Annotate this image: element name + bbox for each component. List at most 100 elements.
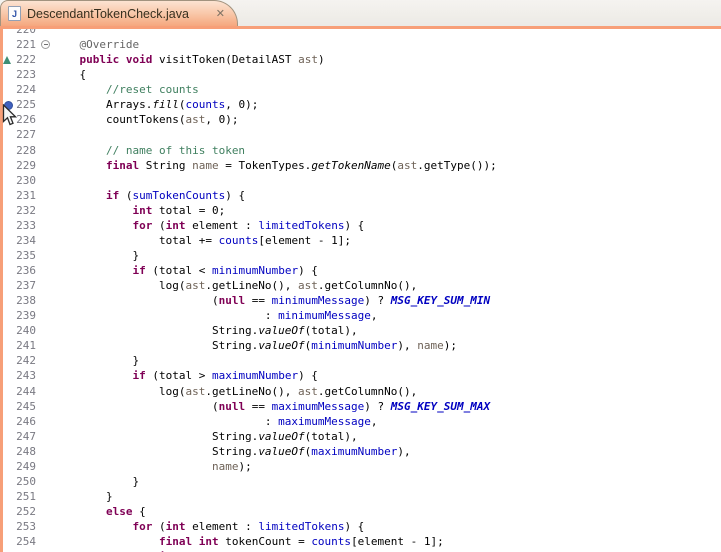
fold-cell [40,308,53,323]
code-line[interactable]: 230 [3,173,721,188]
code-line[interactable]: 237 log(ast.getLineNo(), ast.getColumnNo… [3,278,721,293]
tab-title: DescendantTokenCheck.java [27,7,210,21]
code-token [192,535,199,548]
code-token: , 0); [225,98,258,111]
gutter-marker-cell [3,173,14,188]
code-line[interactable]: 221 @Override [3,37,721,52]
code-token [53,264,132,277]
code-line[interactable]: 238 (null == minimumMessage) ? MSG_KEY_S… [3,293,721,308]
close-icon[interactable]: ✕ [216,7,225,20]
code-token: ast [298,279,318,292]
code-line[interactable]: 229 final String name = TokenTypes.getTo… [3,158,721,173]
code-text: //reset counts [53,82,199,97]
line-number: 245 [14,399,40,414]
eclipse-editor-window: J DescendantTokenCheck.java ✕ 220221 @Ov… [0,0,721,552]
code-line[interactable]: 254 final int tokenCount = counts[elemen… [3,534,721,549]
code-line[interactable]: 246 : maximumMessage, [3,414,721,429]
code-token: maximumMessage [272,400,365,413]
code-text: for (int element : limitedTokens) { [53,218,364,233]
fold-cell [40,248,53,263]
code-line[interactable]: 228 // name of this token [3,143,721,158]
code-text: : maximumMessage, [53,414,378,429]
gutter-marker-cell [3,489,14,504]
code-token: public [80,53,120,66]
code-line[interactable]: 223 { [3,67,721,82]
fold-cell [40,384,53,399]
code-token: log( [53,279,185,292]
code-text: log(ast.getLineNo(), ast.getColumnNo(), [53,384,417,399]
code-token: else [106,505,133,518]
code-line[interactable]: 236 if (total < minimumNumber) { [3,263,721,278]
code-line[interactable]: 240 String.valueOf(total), [3,323,721,338]
code-line[interactable]: 244 log(ast.getLineNo(), ast.getColumnNo… [3,384,721,399]
code-token: .getType()); [417,159,496,172]
code-token: ), [397,339,417,352]
code-line[interactable]: 220 [3,29,721,37]
line-number: 237 [14,278,40,293]
code-token: countTokens( [53,113,185,126]
code-token: String. [53,430,258,443]
code-line[interactable]: 232 int total = 0; [3,203,721,218]
editor-tab[interactable]: J DescendantTokenCheck.java ✕ [0,0,238,26]
code-line[interactable]: 243 if (total > maximumNumber) { [3,368,721,383]
code-token: valueOf [258,339,304,352]
gutter-marker-cell [3,399,14,414]
fold-collapse-icon[interactable] [41,40,50,49]
code-editor[interactable]: 220221 @Override222 public void visitTok… [3,29,721,552]
line-number: 249 [14,459,40,474]
code-token: fill [152,98,179,111]
breakpoint-icon [4,101,13,110]
code-token: final [159,535,192,548]
line-number: 241 [14,338,40,353]
code-text: log(ast.getLineNo(), ast.getColumnNo(), [53,278,417,293]
code-token: { [53,68,86,81]
line-number: 226 [14,112,40,127]
code-token: sumTokenCounts [132,189,225,202]
code-token: final [106,159,139,172]
code-token: int [166,219,186,232]
code-line[interactable]: 252 else { [3,504,721,519]
line-number: 253 [14,519,40,534]
code-line[interactable]: 234 total += counts[element - 1]; [3,233,721,248]
code-token: null [219,400,246,413]
code-token [53,83,106,96]
code-text: @Override [53,37,139,52]
code-token: (total), [305,324,358,337]
gutter-marker-cell [3,414,14,429]
code-line[interactable]: 222 public void visitToken(DetailAST ast… [3,52,721,67]
fold-cell [40,97,53,112]
code-line[interactable]: 248 String.valueOf(maximumNumber), [3,444,721,459]
line-number: 228 [14,143,40,158]
code-token: valueOf [258,430,304,443]
line-number: 254 [14,534,40,549]
line-number: 252 [14,504,40,519]
code-text: if (sumTokenCounts) { [53,188,245,203]
fold-cell [40,203,53,218]
code-line[interactable]: 247 String.valueOf(total), [3,429,721,444]
code-line[interactable]: 253 for (int element : limitedTokens) { [3,519,721,534]
code-line[interactable]: 224 //reset counts [3,82,721,97]
code-line[interactable]: 233 for (int element : limitedTokens) { [3,218,721,233]
code-text: } [53,474,139,489]
code-line[interactable]: 231 if (sumTokenCounts) { [3,188,721,203]
code-line[interactable]: 239 : minimumMessage, [3,308,721,323]
code-line[interactable]: 226 countTokens(ast, 0); [3,112,721,127]
code-line[interactable]: 235 } [3,248,721,263]
line-number: 251 [14,489,40,504]
code-line[interactable]: 225 Arrays.fill(counts, 0); [3,97,721,112]
code-line[interactable]: 251 } [3,489,721,504]
code-line[interactable]: 249 name); [3,459,721,474]
code-token: valueOf [258,445,304,458]
code-line[interactable]: 245 (null == maximumMessage) ? MSG_KEY_S… [3,399,721,414]
code-line[interactable]: 250 } [3,474,721,489]
code-token: ( [119,189,132,202]
code-line[interactable]: 242 } [3,353,721,368]
code-line[interactable]: 241 String.valueOf(minimumNumber), name)… [3,338,721,353]
fold-cell [40,368,53,383]
code-token: ); [444,339,457,352]
code-line[interactable]: 227 [3,127,721,142]
line-number: 238 [14,293,40,308]
code-token: total = 0; [152,204,225,217]
code-token: null [219,294,246,307]
line-number: 244 [14,384,40,399]
